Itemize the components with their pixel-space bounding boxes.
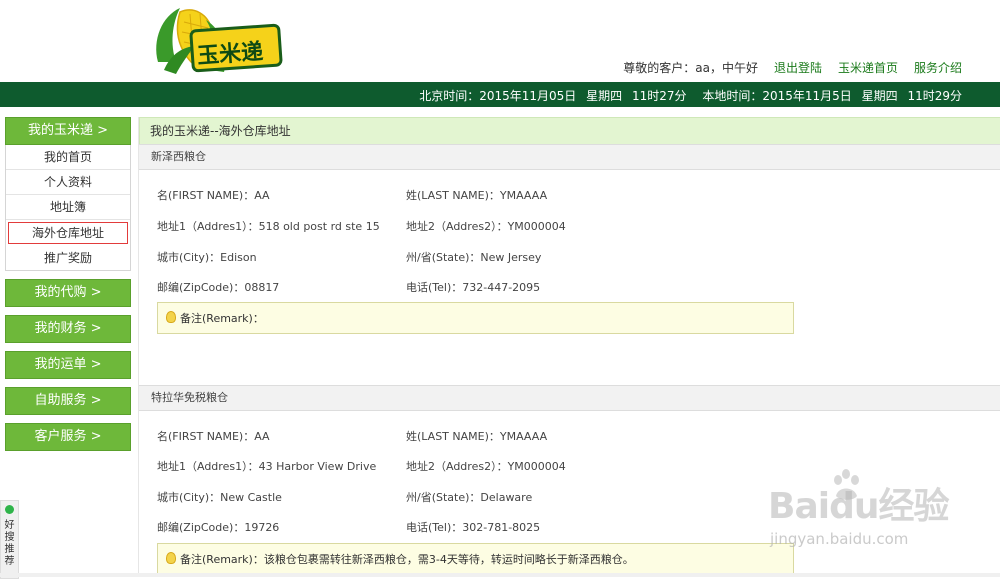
time-display: 北京时间：2015年11月05日 星期四 11时27分 本地时间：2015年11… (413, 87, 962, 104)
zipcode: 邮编(ZipCode)：19726 (157, 521, 280, 534)
telephone: 电话(Tel)：732-447-2095 (406, 281, 541, 294)
sidebar-btn-waybill[interactable]: 我的运单 > (5, 351, 131, 379)
last-name: 姓(LAST NAME)：YMAAAA (406, 189, 548, 202)
sidebar-submenu: 我的首页 个人资料 地址簿 海外仓库地址 推广奖励 (5, 145, 131, 271)
address1: 地址1（Addres1）：43 Harbor View Drive (157, 460, 377, 473)
last-name: 姓(LAST NAME)：YMAAAA (406, 430, 548, 443)
logo-text: 玉米递 (196, 39, 264, 70)
sidebar-item-home[interactable]: 我的首页 (6, 145, 130, 170)
sidebar-btn-purchase[interactable]: 我的代购 > (5, 279, 131, 307)
warehouse-card: 新泽西粮仓 名(FIRST NAME)：AA 姓(LAST NAME)：YMAA… (139, 144, 1000, 375)
address1: 地址1（Addres1）：518 old post rd ste 15 (157, 220, 380, 233)
warehouse-title: 特拉华免税粮仓 (139, 386, 1000, 411)
sidebar-btn-self-service[interactable]: 自助服务 > (5, 387, 131, 415)
sidebar-item-referral-reward[interactable]: 推广奖励 (6, 246, 130, 270)
widget-label: 好搜推荐 (4, 520, 15, 567)
top-links: 尊敬的客户：aa，中午好 退出登陆 玉米递首页 服务介绍 (607, 59, 962, 76)
watermark-url: jingyan.baidu.com (770, 530, 909, 548)
site-header: 玉米递 尊敬的客户：aa，中午好 退出登陆 玉米递首页 服务介绍 (0, 0, 1000, 82)
sidebar: 我的玉米递 > 我的首页 个人资料 地址簿 海外仓库地址 推广奖励 我的代购 >… (5, 117, 131, 451)
breadcrumb: 我的玉米递--海外仓库地址 (139, 117, 1000, 145)
city: 城市(City)：New Castle (157, 491, 282, 504)
sidebar-btn-finance[interactable]: 我的财务 > (5, 315, 131, 343)
lightbulb-icon (166, 552, 176, 564)
state: 州/省(State)：New Jersey (406, 251, 542, 264)
zipcode: 邮编(ZipCode)：08817 (157, 281, 280, 294)
sidebar-item-address-book[interactable]: 地址簿 (6, 195, 130, 220)
first-name: 名(FIRST NAME)：AA (157, 430, 270, 443)
sidebar-btn-customer-service[interactable]: 客户服务 > (5, 423, 131, 451)
logout-link[interactable]: 退出登陆 (774, 59, 822, 76)
local-date: 本地时间：2015年11月5日 (702, 89, 852, 103)
watermark-brand: Baidu经验 (768, 486, 949, 527)
local-weekday: 星期四 (861, 89, 898, 103)
status-dot-icon (5, 505, 14, 514)
remark-box: 备注(Remark)：该粮仓包裹需转往新泽西粮仓，需3-4天等待，转运时间略长于… (157, 543, 794, 575)
greeting-text: 尊敬的客户：aa，中午好 (623, 61, 758, 75)
beijing-date: 北京时间：2015年11月05日 (419, 89, 577, 103)
state: 州/省(State)：Delaware (406, 491, 533, 504)
sidebar-item-profile[interactable]: 个人资料 (6, 170, 130, 195)
telephone: 电话(Tel)：302-781-8025 (406, 521, 541, 534)
time-bar: 北京时间：2015年11月05日 星期四 11时27分 本地时间：2015年11… (0, 82, 1000, 107)
lightbulb-icon (166, 311, 176, 323)
city: 城市(City)：Edison (157, 251, 257, 264)
remark-text: 备注(Remark)：该粮仓包裹需转往新泽西粮仓，需3-4天等待，转运时间略长于… (180, 553, 634, 566)
first-name: 名(FIRST NAME)：AA (157, 189, 270, 202)
remark-text: 备注(Remark)： (180, 312, 264, 325)
haosou-recommend-widget[interactable]: 好搜推荐 (0, 500, 19, 579)
beijing-weekday: 星期四 (586, 89, 623, 103)
address2: 地址2（Addres2）：YM000004 (406, 460, 566, 473)
home-link[interactable]: 玉米递首页 (838, 59, 898, 76)
address2: 地址2（Addres2）：YM000004 (406, 220, 566, 233)
bottom-edge (0, 573, 1000, 577)
sidebar-item-overseas-warehouse[interactable]: 海外仓库地址 (8, 222, 128, 244)
beijing-clock: 11时27分 (631, 89, 687, 103)
warehouse-title: 新泽西粮仓 (139, 145, 1000, 170)
service-intro-link[interactable]: 服务介绍 (914, 59, 962, 76)
remark-box: 备注(Remark)： (157, 302, 794, 334)
sidebar-head-my-yumidi[interactable]: 我的玉米递 > (5, 117, 131, 145)
local-clock: 11时29分 (907, 89, 962, 103)
